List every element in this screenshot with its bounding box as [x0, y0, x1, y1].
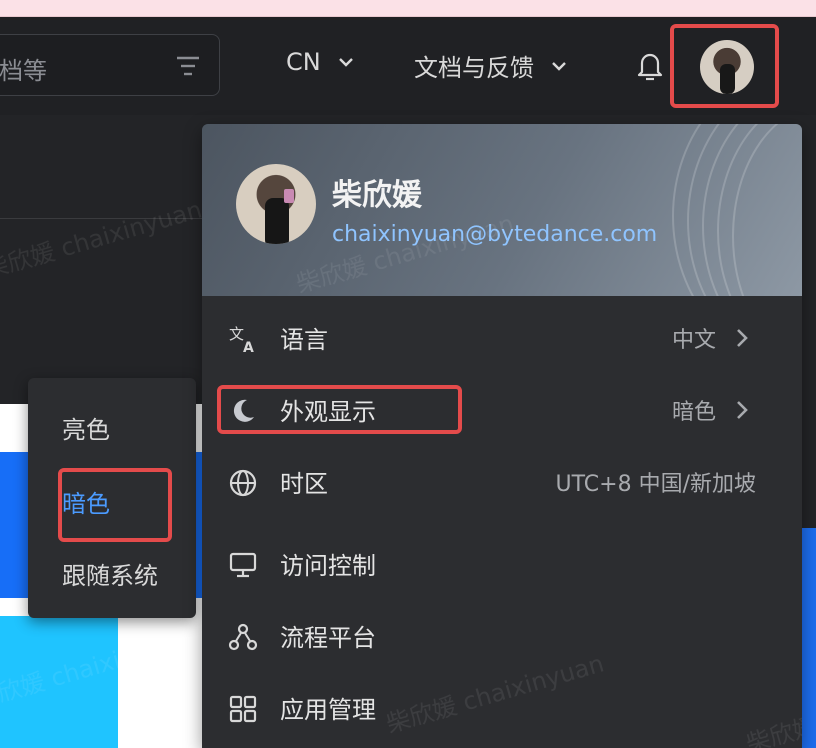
svg-text:文: 文 — [229, 325, 244, 343]
chevron-down-icon — [338, 58, 353, 67]
menu-item-language[interactable]: 文 A 语言 中文 — [202, 304, 802, 374]
language-dropdown[interactable]: CN — [286, 48, 353, 76]
chevron-down-icon — [552, 61, 566, 71]
menu-item-timezone[interactable]: 时区 UTC+8 中国/新加坡 — [202, 448, 802, 518]
avatar[interactable] — [700, 40, 754, 94]
right-blue-edge — [802, 528, 816, 748]
menu-label: 时区 — [280, 470, 328, 498]
option-light[interactable]: 亮色 — [62, 410, 110, 445]
language-label: CN — [286, 48, 321, 76]
chevron-right-icon — [737, 329, 748, 347]
search-placeholder: 档等 — [0, 57, 47, 85]
appearance-highlight-box — [217, 385, 462, 434]
menu-label: 应用管理 — [280, 696, 376, 724]
dark-option-highlight-box — [58, 468, 172, 542]
menu-label: 语言 — [280, 326, 328, 354]
docs-feedback-dropdown[interactable]: 文档与反馈 — [414, 48, 566, 83]
menu-label: 流程平台 — [280, 624, 376, 652]
bell-icon[interactable] — [636, 50, 664, 82]
option-follow-system[interactable]: 跟随系统 — [62, 556, 158, 591]
translate-icon: 文 A — [229, 325, 254, 354]
menu-label: 访问控制 — [280, 552, 376, 580]
menu-value: 暗色 — [671, 400, 716, 425]
docs-feedback-label: 文档与反馈 — [414, 54, 534, 82]
search-input[interactable]: 档等 — [0, 34, 220, 96]
menu-value: UTC+8 中国/新加坡 — [555, 472, 756, 497]
menu-item-access-control[interactable]: 访问控制 — [202, 530, 802, 600]
menu-value: 中文 — [671, 328, 716, 353]
avatar-highlight-box — [670, 24, 779, 108]
profile-name: 柴欣媛 — [332, 178, 422, 213]
workflow-icon — [228, 623, 258, 651]
monitor-icon — [229, 552, 257, 578]
watermark-text: 柴欣媛 chaixinyuan — [293, 209, 518, 296]
svg-text:A: A — [243, 340, 254, 354]
profile-avatar — [236, 164, 316, 244]
menu-item-workflow[interactable]: 流程平台 — [202, 602, 802, 672]
filter-icon[interactable] — [175, 54, 201, 78]
apps-grid-icon — [229, 695, 257, 723]
top-strip — [0, 0, 816, 17]
chevron-right-icon — [737, 401, 748, 419]
profile-header: 柴欣媛 chaixinyuan@bytedance.com 柴欣媛 chaixi… — [202, 124, 802, 296]
globe-icon — [229, 469, 257, 497]
user-dropdown-menu: 柴欣媛 chaixinyuan@bytedance.com 柴欣媛 chaixi… — [202, 124, 802, 748]
